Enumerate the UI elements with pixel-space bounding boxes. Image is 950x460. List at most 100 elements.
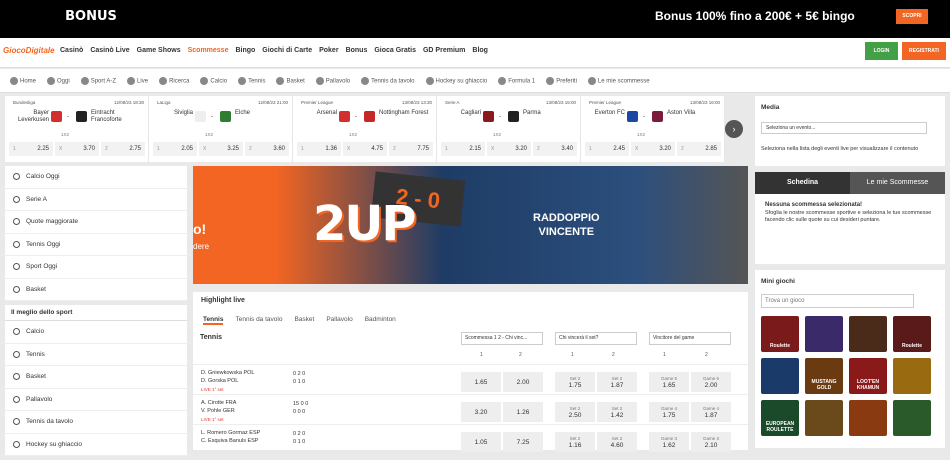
odd-button[interactable]: 3.20 xyxy=(461,402,501,422)
subnav-item[interactable]: Tennis da tavolo xyxy=(361,76,415,85)
odd-button[interactable]: Set 2 1.75 xyxy=(555,372,595,392)
highlight-tab[interactable]: Basket xyxy=(294,316,314,325)
odd-button[interactable]: Set 2 2.50 xyxy=(555,402,595,422)
highlight-tab[interactable]: Badminton xyxy=(365,316,396,325)
game-tile[interactable] xyxy=(893,358,931,394)
game-tile[interactable] xyxy=(761,358,799,394)
nav-item[interactable]: Casinò Live xyxy=(90,47,129,54)
match-card[interactable]: Serie A 13/08/23 15:00 Cagliari Parma 1X2-1 2… xyxy=(437,96,581,162)
game-tile[interactable]: LOOT'EN KHAMUN xyxy=(849,358,887,394)
odd-button[interactable]: 1 2.45 xyxy=(585,142,629,156)
odd-button[interactable]: Game 5 2.00 xyxy=(691,372,731,392)
quick-link[interactable]: Basket xyxy=(5,279,187,301)
best-sport-item[interactable]: Calcio xyxy=(5,321,187,344)
odd-button[interactable]: 1.26 xyxy=(503,402,543,422)
brand-logo[interactable]: GiocoDigitale xyxy=(3,46,55,55)
scopri-button[interactable]: SCOPRI xyxy=(896,9,928,24)
market-select[interactable]: Scommessa 1 2 - Chi vinc... xyxy=(461,332,543,345)
odd-button[interactable]: Game 4 1.75 xyxy=(649,402,689,422)
odd-button[interactable]: 2 2.75 xyxy=(101,142,145,156)
match-card[interactable]: Premier League 13/08/23 16:00 Everton FC As… xyxy=(581,96,725,162)
odd-button[interactable]: 1 2.15 xyxy=(441,142,485,156)
nav-item[interactable]: GD Premium xyxy=(423,47,465,54)
quick-link[interactable]: Serie A xyxy=(5,189,187,211)
game-tile[interactable]: EUROPEAN ROULETTE xyxy=(761,400,799,436)
nav-item[interactable]: Scommesse xyxy=(188,47,229,54)
game-tile[interactable]: Roulette xyxy=(893,316,931,352)
market-select[interactable]: Vincitore del game xyxy=(649,332,731,345)
match-card[interactable]: LaLiga 12/08/23 21:00 Siviglia Elche 1X2-1 2.… xyxy=(149,96,293,162)
game-search-input[interactable]: Trova un gioco xyxy=(761,294,914,308)
highlight-tab[interactable]: Pallavolo xyxy=(326,316,352,325)
subnav-item[interactable]: Oggi xyxy=(47,76,70,85)
highlight-tab[interactable]: Tennis xyxy=(203,316,224,325)
media-event-select[interactable]: Seleziona un evento... xyxy=(761,122,927,134)
subnav-item[interactable]: Pallavolo xyxy=(315,76,350,85)
match-card[interactable]: Premier League 13/08/23 13:30 Arsenal Notti… xyxy=(293,96,437,162)
game-tile[interactable] xyxy=(893,400,931,436)
subnav-item[interactable]: Preferiti xyxy=(546,76,577,85)
nav-item[interactable]: Bingo xyxy=(235,47,255,54)
subnav-item[interactable]: Sport A-Z xyxy=(80,76,116,85)
subnav-item[interactable]: Formula 1 xyxy=(498,76,535,85)
subnav-item[interactable]: Home xyxy=(10,76,36,85)
odd-button[interactable]: X 3.25 xyxy=(199,142,243,156)
nav-item[interactable]: Game Shows xyxy=(137,47,181,54)
quick-link[interactable]: Calcio Oggi xyxy=(5,166,187,189)
best-sport-item[interactable]: Tennis da tavolo xyxy=(5,411,187,434)
subnav-item[interactable]: Ricerca xyxy=(159,76,189,85)
odd-button[interactable]: 2 2.85 xyxy=(677,142,721,156)
odd-button[interactable]: X 3.70 xyxy=(55,142,99,156)
best-sport-item[interactable]: Tennis xyxy=(5,344,187,366)
quick-link[interactable]: Tennis Oggi xyxy=(5,234,187,256)
nav-item[interactable]: Casinò xyxy=(60,47,83,54)
subnav-item[interactable]: Calcio xyxy=(200,76,227,85)
odd-button[interactable]: Game 3 1.62 xyxy=(649,432,689,452)
quick-link[interactable]: Sport Oggi xyxy=(5,256,187,279)
game-tile[interactable]: MUSTANG GOLD xyxy=(805,358,843,394)
best-sport-item[interactable]: Pallavolo xyxy=(5,389,187,411)
match-card[interactable]: Bundesliga 12/08/23 18:30 Bayer Leverkusen… xyxy=(5,96,149,162)
odd-button[interactable]: 1 2.25 xyxy=(9,142,53,156)
odd-button[interactable]: 2 7.75 xyxy=(389,142,433,156)
login-button[interactable]: LOGIN xyxy=(865,42,898,60)
odd-button[interactable]: Set 2 1.87 xyxy=(597,372,637,392)
nav-item[interactable]: Poker xyxy=(319,47,338,54)
odd-button[interactable]: 2 3.60 xyxy=(245,142,289,156)
game-tile[interactable] xyxy=(849,400,887,436)
subnav-item[interactable]: Le mie scommesse xyxy=(587,76,650,85)
odd-button[interactable]: Game 3 2.10 xyxy=(691,432,731,452)
nav-item[interactable]: Bonus xyxy=(346,47,368,54)
tab-mie-scommesse[interactable]: Le mie Scommesse xyxy=(850,172,945,194)
promo-banner[interactable]: o! dere 2 - 0 2UP RADDOPPIO VINCENTE xyxy=(193,166,748,284)
register-button[interactable]: REGISTRATI xyxy=(902,42,946,60)
subnav-item[interactable]: Tennis xyxy=(238,76,265,85)
quick-link[interactable]: Quote maggiorate xyxy=(5,211,187,234)
next-arrow-icon[interactable]: › xyxy=(725,120,743,138)
odd-button[interactable]: Set 2 1.16 xyxy=(555,432,595,452)
odd-button[interactable]: X 3.20 xyxy=(487,142,531,156)
odd-button[interactable]: 1 2.05 xyxy=(153,142,197,156)
odd-button[interactable]: 1.05 xyxy=(461,432,501,452)
odd-button[interactable]: X 4.75 xyxy=(343,142,387,156)
tab-schedina[interactable]: Schedina xyxy=(755,172,850,194)
odd-button[interactable]: 7.25 xyxy=(503,432,543,452)
game-tile[interactable]: Roulette xyxy=(761,316,799,352)
odd-button[interactable]: 2 3.40 xyxy=(533,142,577,156)
best-sport-item[interactable]: Basket xyxy=(5,366,187,389)
nav-item[interactable]: Blog xyxy=(472,47,488,54)
subnav-item[interactable]: Hockey su ghiaccio xyxy=(425,76,487,85)
game-tile[interactable] xyxy=(805,316,843,352)
odd-button[interactable]: 1.65 xyxy=(461,372,501,392)
market-select[interactable]: Chi vincerà il set? xyxy=(555,332,637,345)
odd-button[interactable]: Game 5 1.65 xyxy=(649,372,689,392)
odd-button[interactable]: Set 2 1.42 xyxy=(597,402,637,422)
nav-item[interactable]: Gioca Gratis xyxy=(374,47,416,54)
odd-button[interactable]: Set 2 4.60 xyxy=(597,432,637,452)
odd-button[interactable]: 1 1.36 xyxy=(297,142,341,156)
nav-item[interactable]: Giochi di Carte xyxy=(262,47,312,54)
best-sport-item[interactable]: Hockey su ghiaccio xyxy=(5,434,187,456)
game-tile[interactable] xyxy=(849,316,887,352)
odd-button[interactable]: 2.00 xyxy=(503,372,543,392)
game-tile[interactable] xyxy=(805,400,843,436)
